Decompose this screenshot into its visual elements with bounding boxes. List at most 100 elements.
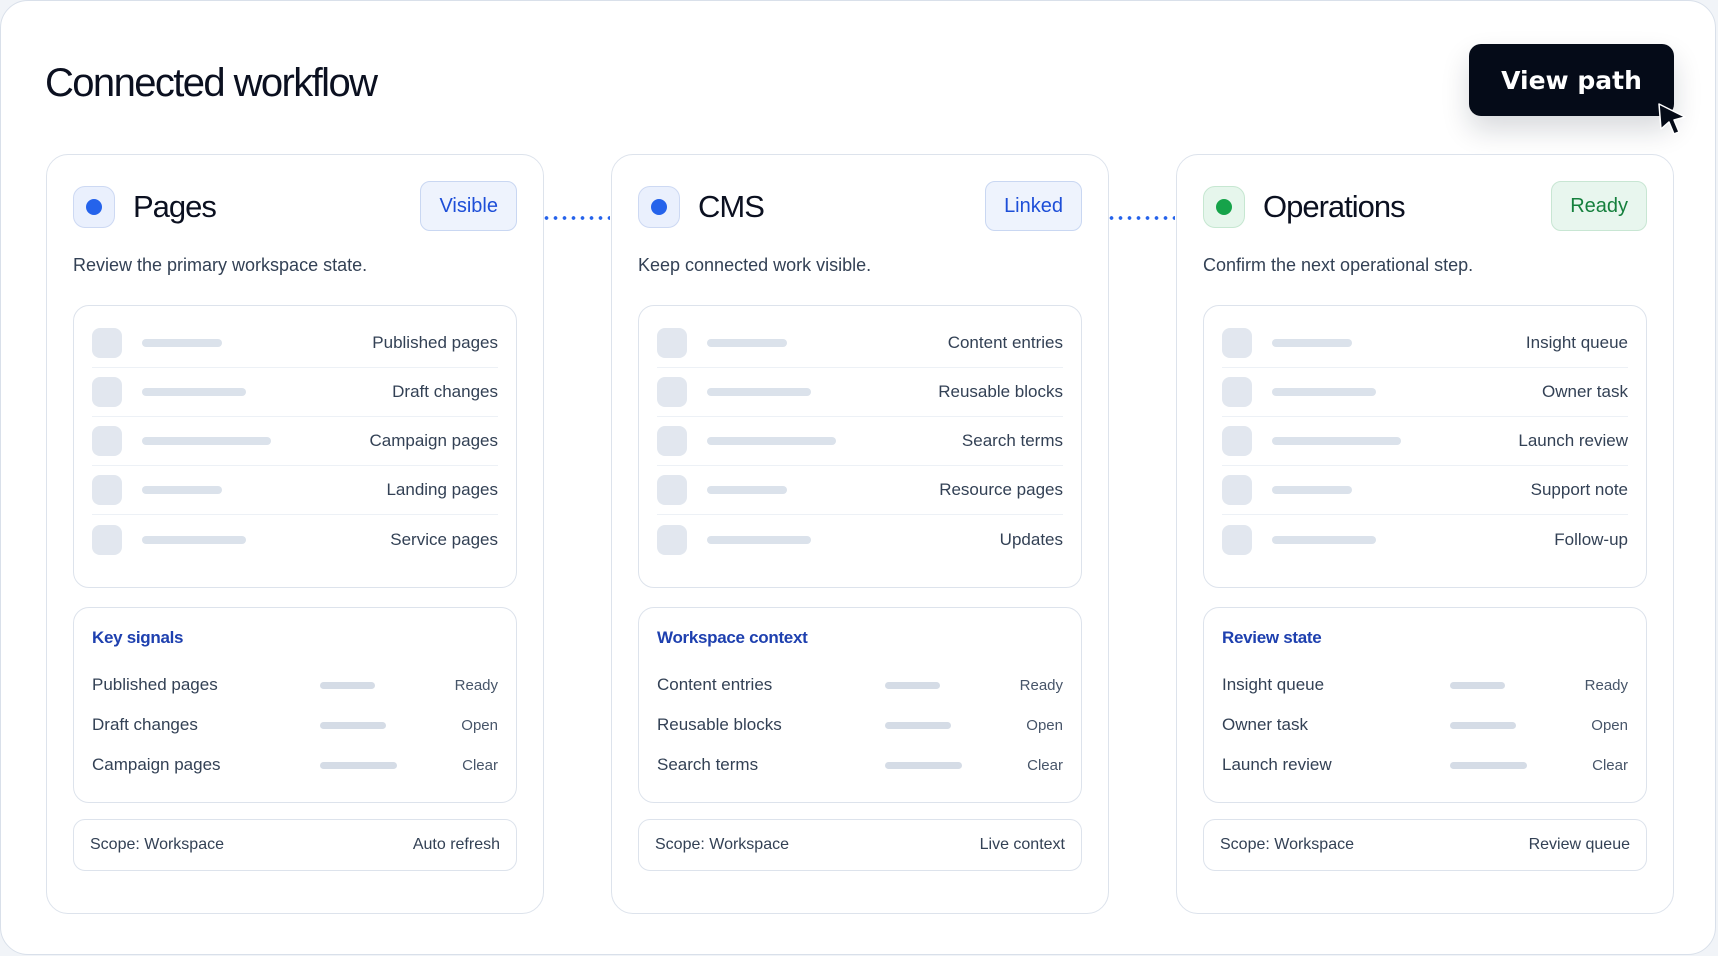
list-item[interactable]: Campaign pages bbox=[92, 417, 498, 466]
item-placeholder-bar bbox=[1272, 339, 1352, 347]
signal-bar bbox=[1450, 721, 1516, 729]
column-footer: Scope: Workspace Live context bbox=[638, 819, 1082, 871]
signal-name: Published pages bbox=[92, 675, 218, 694]
list-item[interactable]: Insight queue bbox=[1222, 319, 1628, 368]
signal-bar bbox=[320, 721, 386, 729]
list-item[interactable]: Service pages bbox=[92, 515, 498, 564]
item-label: Support note bbox=[1530, 480, 1628, 499]
list-item[interactable]: Draft changes bbox=[92, 368, 498, 417]
list-item[interactable]: Search terms bbox=[657, 417, 1063, 466]
workflow-panel: Connected workflow View path Pages Visibl… bbox=[0, 0, 1716, 955]
item-thumbnail bbox=[92, 328, 122, 358]
item-placeholder-bar bbox=[707, 388, 811, 396]
signal-state: Open bbox=[1026, 716, 1063, 734]
column-description: Confirm the next operational step. bbox=[1203, 255, 1474, 275]
item-placeholder-bar bbox=[142, 486, 222, 494]
item-thumbnail bbox=[92, 524, 122, 555]
item-placeholder-bar bbox=[707, 339, 787, 347]
item-placeholder-bar bbox=[1272, 437, 1401, 445]
status-dot-icon bbox=[1203, 186, 1245, 228]
item-thumbnail bbox=[1222, 328, 1252, 358]
item-thumbnail bbox=[1222, 426, 1252, 456]
list-item[interactable]: Updates bbox=[657, 515, 1063, 564]
signals-title: Review state bbox=[1222, 628, 1322, 647]
footer-scope: Scope: Workspace bbox=[655, 836, 789, 853]
list-item[interactable]: Launch review bbox=[1222, 417, 1628, 466]
item-list: Published pages Draft changes Campaign pag… bbox=[73, 305, 517, 588]
list-item[interactable]: Content entries bbox=[657, 319, 1063, 368]
connector-pages-cms bbox=[542, 216, 610, 220]
status-badge: Ready bbox=[1551, 181, 1647, 231]
column-title: Pages bbox=[133, 189, 217, 224]
view-path-button[interactable]: View path bbox=[1469, 44, 1674, 116]
item-label: Draft changes bbox=[392, 382, 498, 401]
item-thumbnail bbox=[657, 377, 687, 407]
signal-name: Search terms bbox=[657, 755, 759, 774]
footer-scope: Scope: Workspace bbox=[1220, 836, 1354, 853]
item-label: Content entries bbox=[947, 333, 1063, 352]
item-label: Owner task bbox=[1542, 382, 1628, 401]
signal-name: Owner task bbox=[1222, 715, 1308, 734]
signal-name: Content entries bbox=[657, 675, 773, 694]
signals-panel: Key signals Published pages Ready Draft cha… bbox=[73, 607, 517, 803]
item-placeholder-bar bbox=[707, 535, 811, 544]
column-title: CMS bbox=[698, 189, 765, 224]
connector-cms-operations bbox=[1107, 216, 1175, 220]
list-item[interactable]: Support note bbox=[1222, 466, 1628, 515]
item-thumbnail bbox=[1222, 524, 1252, 555]
signal-row: Published pages Ready bbox=[92, 665, 498, 705]
column-title: Operations bbox=[1263, 189, 1406, 224]
item-thumbnail bbox=[657, 524, 687, 555]
status-badge: Linked bbox=[985, 181, 1082, 231]
list-item[interactable]: Published pages bbox=[92, 319, 498, 368]
item-placeholder-bar bbox=[1272, 486, 1352, 494]
item-placeholder-bar bbox=[142, 388, 246, 396]
column-operations: Operations Ready Confirm the next operatio… bbox=[1176, 154, 1674, 914]
item-placeholder-bar bbox=[707, 486, 787, 494]
item-thumbnail bbox=[1222, 475, 1252, 505]
signal-name: Insight queue bbox=[1222, 675, 1325, 694]
item-list: Insight queue Owner task Launch review Supp… bbox=[1203, 305, 1647, 588]
list-item[interactable]: Reusable blocks bbox=[657, 368, 1063, 417]
signal-state: Ready bbox=[1019, 676, 1063, 694]
column-description: Keep connected work visible. bbox=[638, 255, 872, 275]
signal-name: Launch review bbox=[1222, 755, 1332, 774]
item-label: Follow-up bbox=[1554, 529, 1628, 549]
signal-bar bbox=[320, 761, 397, 769]
footer-mode: Auto refresh bbox=[412, 836, 500, 853]
signals-title: Key signals bbox=[92, 628, 184, 647]
item-label: Published pages bbox=[372, 333, 498, 352]
cursor-icon bbox=[1658, 103, 1686, 135]
column-footer: Scope: Workspace Auto refresh bbox=[73, 819, 517, 871]
list-item[interactable]: Owner task bbox=[1222, 368, 1628, 417]
footer-mode: Live context bbox=[979, 836, 1065, 853]
column-description: Review the primary workspace state. bbox=[73, 255, 368, 275]
signal-row: Content entries Ready bbox=[657, 665, 1063, 705]
signal-row: Search terms Clear bbox=[657, 745, 1063, 785]
signal-bar bbox=[1450, 681, 1505, 689]
item-placeholder-bar bbox=[142, 339, 222, 347]
signal-row: Campaign pages Clear bbox=[92, 745, 498, 785]
signal-state: Clear bbox=[1592, 756, 1628, 774]
signal-state: Ready bbox=[1584, 676, 1628, 694]
status-dot-icon bbox=[638, 186, 680, 228]
item-thumbnail bbox=[92, 377, 122, 407]
item-label: Resource pages bbox=[939, 480, 1063, 499]
footer-mode: Review queue bbox=[1528, 836, 1630, 853]
list-item[interactable]: Follow-up bbox=[1222, 515, 1628, 564]
item-thumbnail bbox=[92, 426, 122, 456]
signal-name: Reusable blocks bbox=[657, 715, 782, 734]
list-item[interactable]: Landing pages bbox=[92, 466, 498, 515]
item-label: Search terms bbox=[961, 431, 1063, 450]
signal-name: Draft changes bbox=[92, 715, 198, 734]
signal-bar bbox=[885, 761, 962, 769]
page-title: Connected workflow bbox=[45, 61, 378, 105]
item-thumbnail bbox=[657, 475, 687, 505]
list-item[interactable]: Resource pages bbox=[657, 466, 1063, 515]
item-placeholder-bar bbox=[707, 437, 836, 445]
item-placeholder-bar bbox=[1272, 388, 1376, 396]
column-cms: CMS Linked Keep connected work visible. Con… bbox=[611, 154, 1109, 914]
signal-bar bbox=[885, 721, 951, 729]
signal-state: Clear bbox=[1027, 756, 1063, 774]
item-placeholder-bar bbox=[142, 437, 271, 445]
